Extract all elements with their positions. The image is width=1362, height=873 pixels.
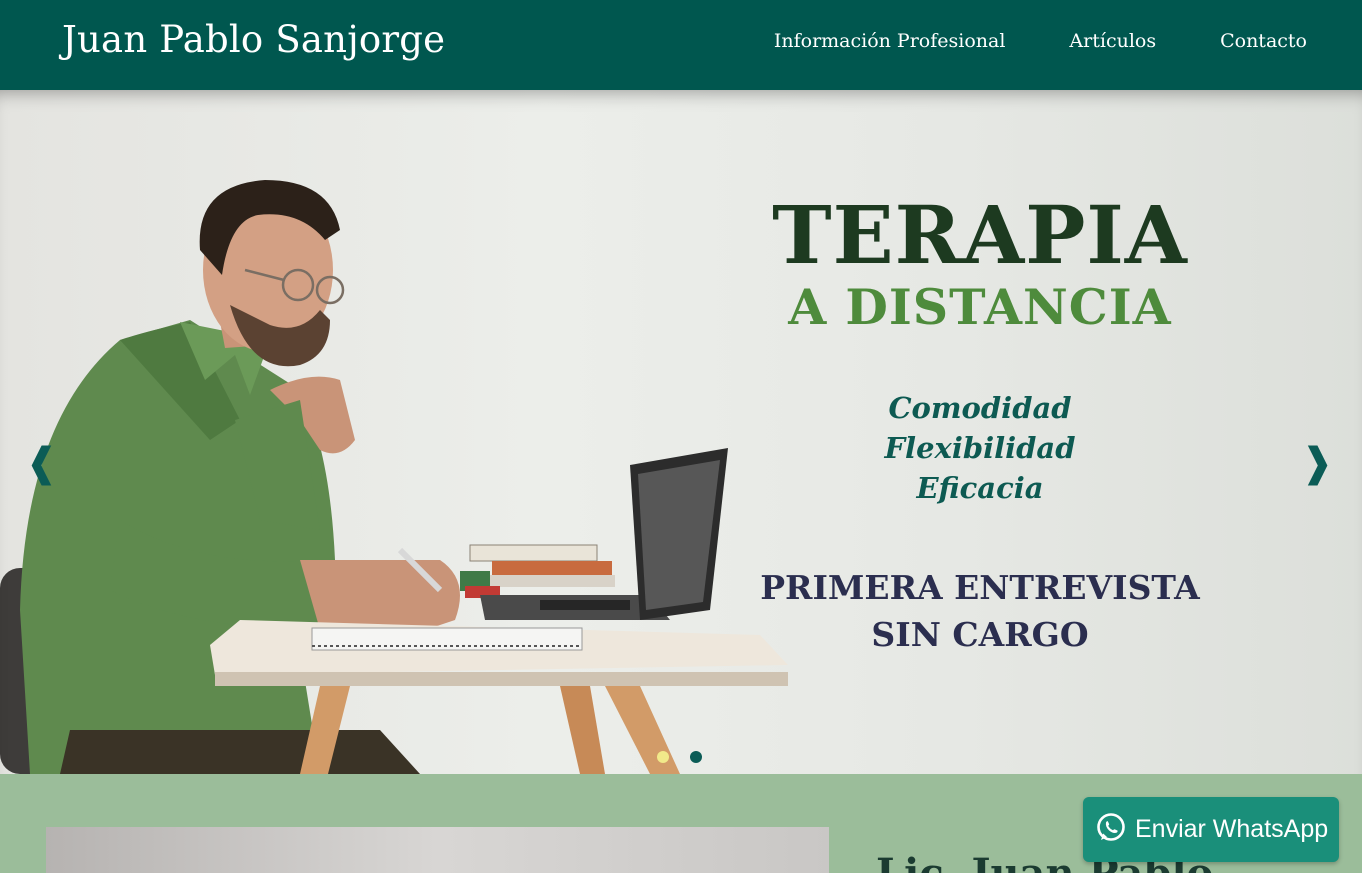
main-nav: Información Profesional Artículos Contac… (774, 30, 1307, 52)
brand-logo-link[interactable]: Juan Pablo Sanjorge (62, 18, 445, 61)
hero-feature: Flexibilidad (884, 431, 1076, 465)
site-header: Juan Pablo Sanjorge Información Profesio… (0, 0, 1362, 90)
chevron-left-icon[interactable]: ❰ (25, 443, 59, 483)
nav-item-contacto[interactable]: Contacto (1220, 30, 1307, 52)
slider-dot-2[interactable] (690, 751, 702, 763)
hero-title: TERAPIA (772, 188, 1188, 282)
whatsapp-button[interactable]: Enviar WhatsApp (1083, 797, 1339, 862)
nav-item-articulos[interactable]: Artículos (1069, 30, 1156, 52)
whatsapp-icon (1095, 812, 1127, 848)
hero-cta: PRIMERA ENTREVISTA SIN CARGO (760, 564, 1200, 658)
whatsapp-button-label: Enviar WhatsApp (1135, 815, 1329, 843)
hero-feature: Comodidad (888, 391, 1072, 425)
hero-cta-line: SIN CARGO (871, 615, 1089, 654)
hero-slider: TERAPIA A DISTANCIA Comodidad Flexibilid… (0, 90, 1362, 774)
slider-dots (657, 751, 702, 763)
hero-feature: Eficacia (916, 471, 1044, 505)
nav-item-informacion-profesional[interactable]: Información Profesional (774, 30, 1006, 52)
hero-features: Comodidad Flexibilidad Eficacia (760, 388, 1200, 508)
hero-subtitle: A DISTANCIA (788, 278, 1172, 336)
slider-dot-1[interactable] (657, 751, 669, 763)
chevron-right-icon[interactable]: ❱ (1300, 443, 1334, 483)
about-photo (46, 827, 829, 873)
hero-photo-therapist-at-desk (0, 180, 788, 774)
hero-cta-line: PRIMERA ENTREVISTA (760, 568, 1200, 607)
